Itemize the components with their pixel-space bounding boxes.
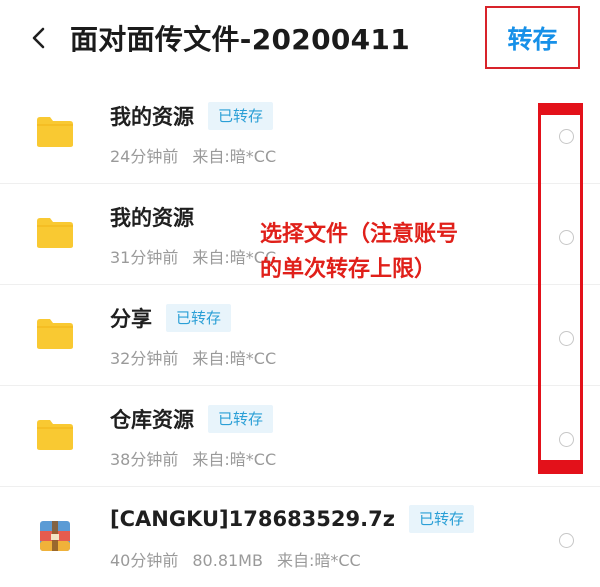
list-item[interactable]: 我的资源 已转存 24分钟前 来自:暗*CC [0,83,600,184]
saved-badge: 已转存 [408,505,474,533]
back-button[interactable] [22,20,58,56]
saved-badge: 已转存 [166,304,232,332]
file-source: 来自:暗*CC [192,450,277,469]
file-name-line: [CANGKU]178683529.7z 已转存 [110,505,474,533]
save-to-drive-button[interactable]: 转存 [487,8,578,67]
file-time: 40分钟前 [110,551,179,570]
saved-badge: 已转存 [208,102,274,130]
header: 面对面传文件-20200411 转存 [0,0,600,80]
file-time: 32分钟前 [110,349,179,368]
save-button-highlight: 转存 [485,6,580,69]
select-radio[interactable] [559,533,574,548]
selection-highlight-box [538,103,583,474]
annotation-line-1: 选择文件（注意账号 [260,222,459,247]
file-meta: 24分钟前 来自:暗*CC [110,143,290,167]
file-name: 我的资源 [110,105,194,129]
folder-icon [36,116,74,148]
file-name-line: 我的资源 已转存 [110,101,274,131]
file-name: 我的资源 [110,206,194,230]
selection-highlight-cap-bottom [538,460,583,474]
file-source: 来自:暗*CC [192,349,277,368]
file-meta: 32分钟前 来自:暗*CC [110,345,290,369]
saved-badge: 已转存 [208,405,274,433]
folder-icon [36,217,74,249]
archive-icon [36,520,74,552]
file-name-line: 分享 已转存 [110,303,232,333]
file-time: 31分钟前 [110,248,179,267]
page-title: 面对面传文件-20200411 [70,23,410,56]
folder-icon [36,318,74,350]
file-source: 来自:暗*CC [276,551,361,570]
selection-highlight-cap-top [538,103,583,115]
file-name: 分享 [110,307,152,331]
list-item[interactable]: 仓库资源 已转存 38分钟前 来自:暗*CC [0,386,600,487]
chevron-left-icon [32,27,45,49]
file-source: 来自:暗*CC [192,147,277,166]
file-time: 24分钟前 [110,147,179,166]
file-name: [CANGKU]178683529.7z [110,507,395,531]
file-name-line: 仓库资源 已转存 [110,404,274,434]
file-name: 仓库资源 [110,408,194,432]
file-meta: 40分钟前 80.81MB 来自:暗*CC [110,547,375,571]
file-size: 80.81MB [192,551,263,570]
file-meta: 38分钟前 来自:暗*CC [110,446,290,470]
file-name-line: 我的资源 [110,202,194,232]
file-time: 38分钟前 [110,450,179,469]
folder-icon [36,419,74,451]
annotation-text: 选择文件（注意账号 的单次转存上限） [260,217,530,287]
annotation-line-2: 的单次转存上限） [260,257,437,282]
list-item[interactable]: [CANGKU]178683529.7z 已转存 40分钟前 80.81MB 来自:暗*… [0,487,600,587]
list-item[interactable]: 分享 已转存 32分钟前 来自:暗*CC [0,285,600,386]
